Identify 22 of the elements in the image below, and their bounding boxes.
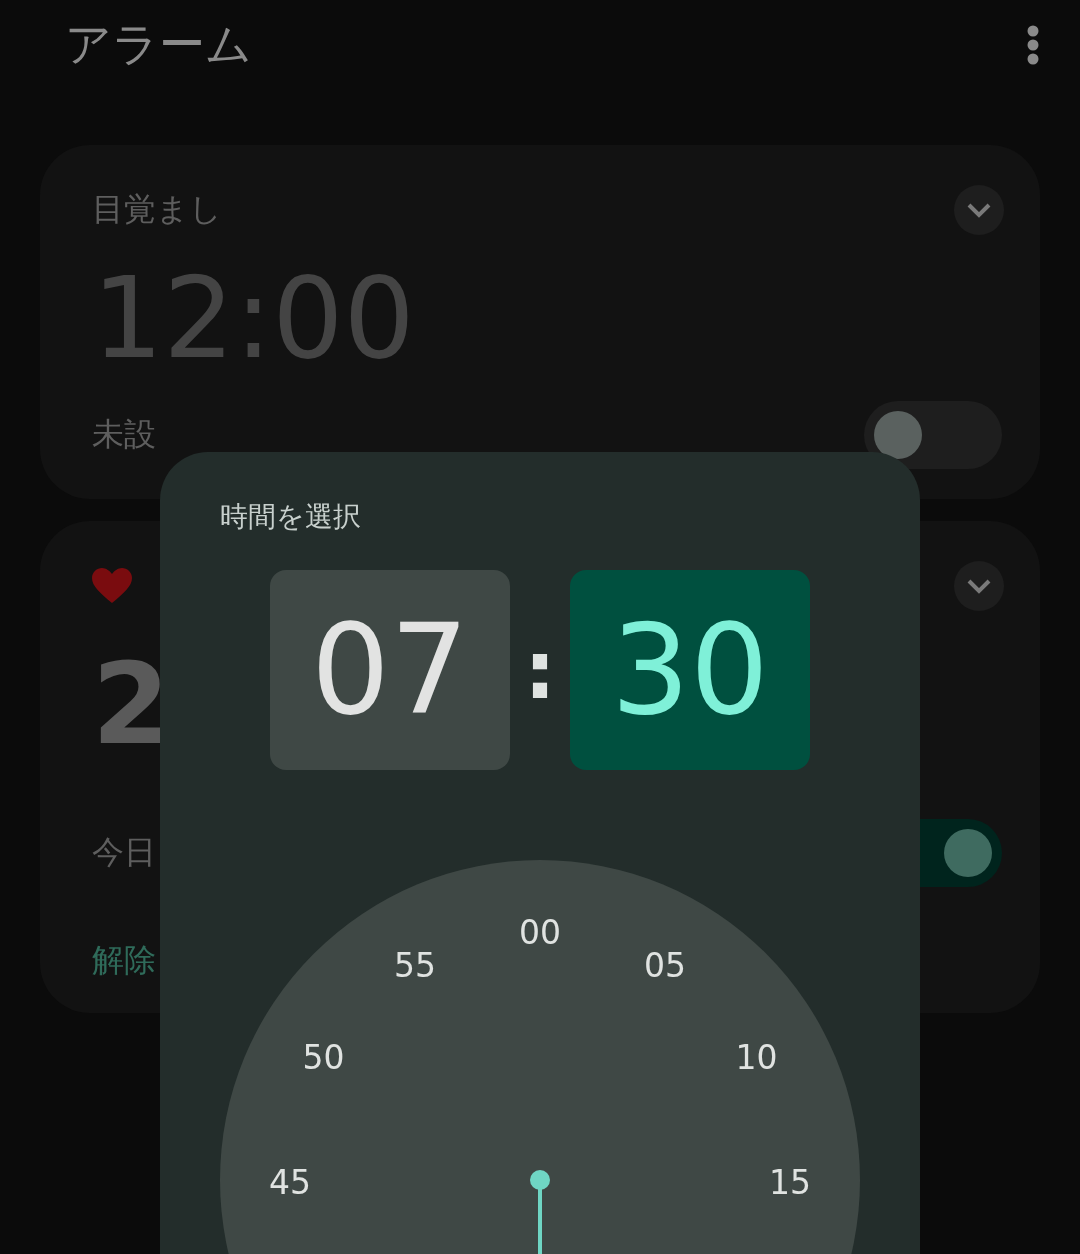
expand-button[interactable] <box>954 185 1004 235</box>
dial-number[interactable]: 45 <box>269 1162 311 1202</box>
alarm-schedule: 未設 <box>92 414 156 455</box>
heart-icon <box>92 568 132 604</box>
chevron-down-icon <box>966 578 992 594</box>
dial-number[interactable]: 00 <box>519 912 561 952</box>
alarm-label: 目覚まし <box>92 189 222 230</box>
alarm-schedule: 今日 <box>92 832 156 873</box>
dialog-title: 時間を選択 <box>220 499 361 535</box>
dial-number[interactable]: 50 <box>302 1037 345 1077</box>
dial-number[interactable]: 15 <box>769 1162 811 1202</box>
hour-field[interactable]: 07 <box>270 570 510 770</box>
page-title: アラーム <box>65 16 252 73</box>
time-separator: : <box>523 623 557 717</box>
expand-button[interactable] <box>954 561 1004 611</box>
chevron-down-icon <box>966 202 992 218</box>
minute-field[interactable]: 30 <box>570 570 810 770</box>
dial-number[interactable]: 05 <box>644 946 686 985</box>
more-menu-icon[interactable] <box>1026 24 1040 66</box>
clock-face[interactable]: 00 55 05 50 10 45 15 <box>220 860 860 1254</box>
dial-number[interactable]: 55 <box>394 946 436 985</box>
dial-number[interactable]: 10 <box>735 1037 778 1077</box>
